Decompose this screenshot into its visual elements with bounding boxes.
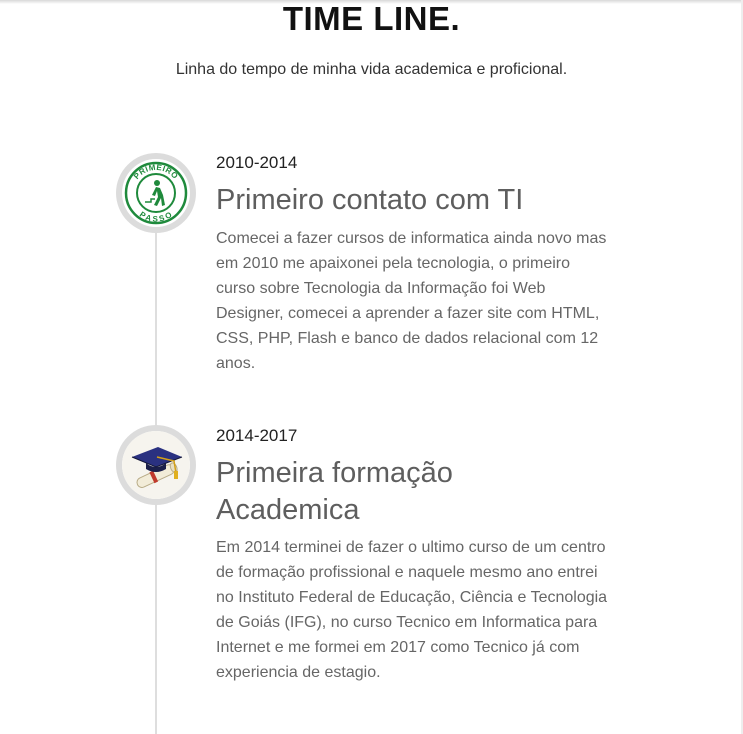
page-title: TIME LINE. bbox=[282, 0, 461, 37]
timeline-date: 2010-2014 bbox=[216, 153, 298, 172]
timeline-heading: Primeiro contato com TI bbox=[216, 184, 524, 216]
timeline-date: 2014-2017 bbox=[216, 426, 298, 445]
timeline-description: Comecei a fazer cursos de informatica ai… bbox=[216, 230, 607, 372]
primeiro-passo-logo-icon: PRIMEIRO PASSO bbox=[122, 159, 190, 227]
page-subtitle: Linha do tempo de minha vida academica e… bbox=[175, 61, 568, 78]
timeline-description: Em 2014 terminei de fazer o ultimo curso… bbox=[216, 539, 608, 681]
graduation-cap-diploma-icon bbox=[122, 431, 190, 499]
timeline-icon-ring: PRIMEIRO PASSO bbox=[116, 153, 196, 233]
timeline-heading: Primeira formação Academica bbox=[216, 457, 453, 526]
timeline-icon-ring bbox=[116, 425, 196, 505]
